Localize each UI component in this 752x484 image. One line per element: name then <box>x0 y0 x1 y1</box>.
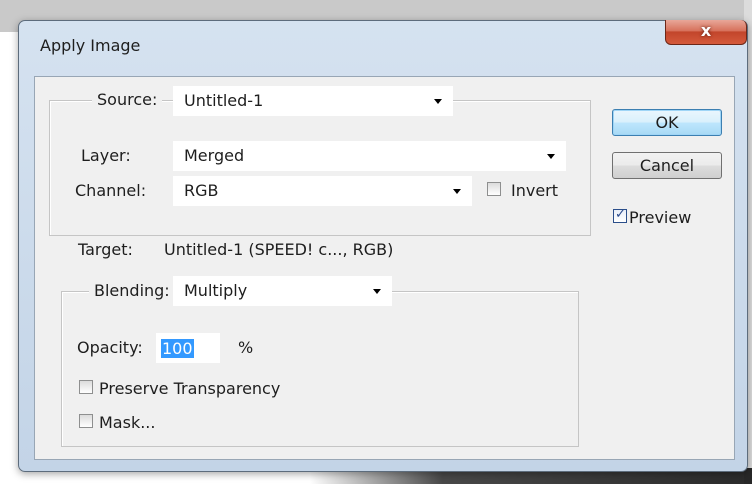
checkmark-icon: ✓ <box>615 207 626 222</box>
opacity-value: 100 <box>161 339 194 358</box>
mask-label: Mask... <box>99 413 156 432</box>
blending-value: Multiply <box>184 281 248 300</box>
source-label: Source: <box>92 85 163 115</box>
layer-value: Merged <box>184 146 245 165</box>
channel-label: Channel: <box>75 181 147 200</box>
mask-checkbox[interactable] <box>79 414 93 428</box>
opacity-input[interactable]: 100 <box>156 333 220 363</box>
source-value: Untitled-1 <box>184 91 264 110</box>
invert-label: Invert <box>511 181 559 200</box>
target-label: Target: <box>78 240 133 259</box>
dialog-title: Apply Image <box>40 36 141 55</box>
ok-button[interactable]: OK <box>612 109 722 136</box>
chevron-down-icon <box>453 189 461 194</box>
close-icon: x <box>700 21 712 40</box>
chevron-down-icon <box>547 154 555 159</box>
blending-label: Blending: <box>89 276 175 306</box>
layer-label: Layer: <box>81 146 131 165</box>
cancel-button[interactable]: Cancel <box>612 152 722 179</box>
preview-checkbox[interactable]: ✓ <box>613 207 627 223</box>
close-button[interactable]: x <box>665 20 747 45</box>
chevron-down-icon <box>373 289 381 294</box>
channel-value: RGB <box>184 181 219 200</box>
apply-image-dialog: Apply Image x Source: Untitled-1 Layer: … <box>18 20 748 472</box>
preserve-transparency-checkbox[interactable] <box>79 380 93 394</box>
opacity-label: Opacity: <box>77 338 143 357</box>
layer-dropdown[interactable]: Merged <box>173 141 566 171</box>
target-value: Untitled-1 (SPEED! c..., RGB) <box>164 240 394 259</box>
preserve-transparency-label: Preserve Transparency <box>99 379 281 398</box>
source-dropdown[interactable]: Untitled-1 <box>173 86 453 116</box>
dialog-client-area: Source: Untitled-1 Layer: Merged Channel… <box>34 76 735 460</box>
opacity-unit: % <box>238 338 254 357</box>
blending-dropdown[interactable]: Multiply <box>173 276 392 306</box>
preview-label: Preview <box>629 208 692 227</box>
channel-dropdown[interactable]: RGB <box>173 176 472 206</box>
invert-checkbox[interactable] <box>487 182 501 196</box>
chevron-down-icon <box>434 99 442 104</box>
